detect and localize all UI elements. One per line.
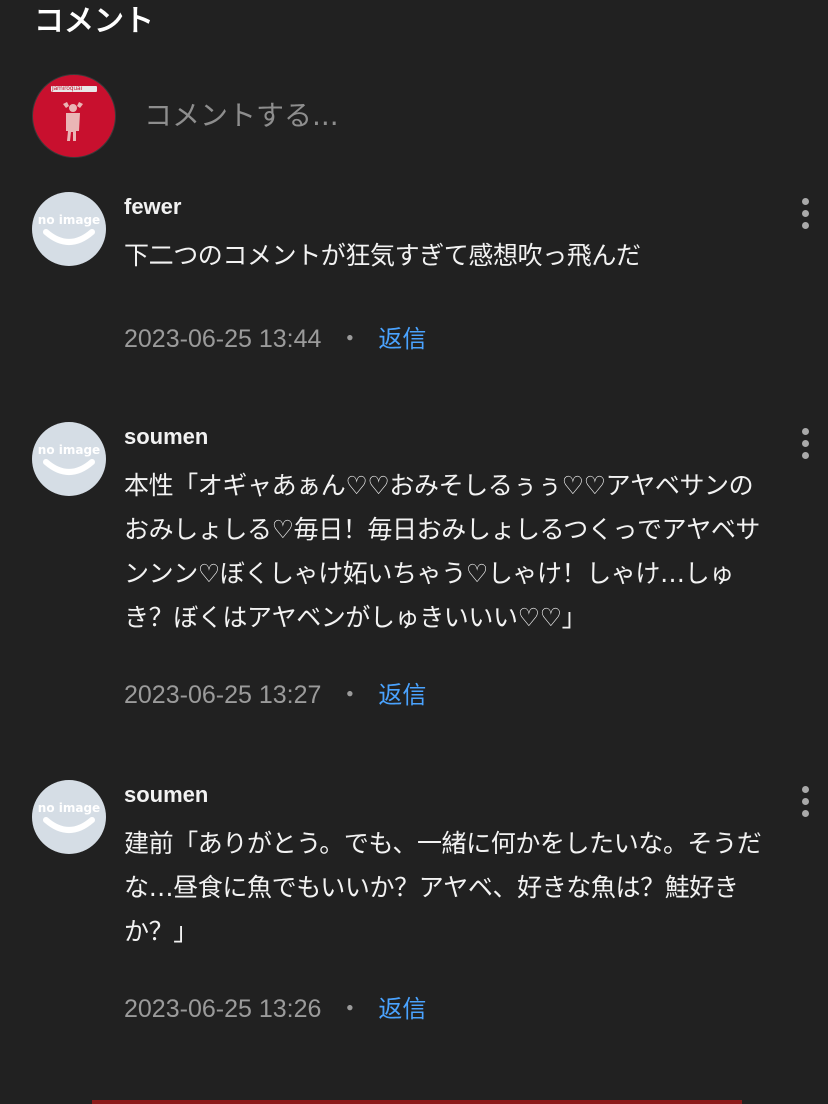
comment-username[interactable]: soumen (124, 780, 208, 810)
comment-username[interactable]: fewer (124, 192, 181, 222)
no-image-icon: no image (38, 443, 100, 475)
comments-section-title: コメント (34, 4, 154, 39)
comment-timestamp: 2023-06-25 13:27 (124, 681, 322, 709)
svg-text:no image: no image (38, 801, 100, 815)
comment-item: no image soumen 建前「ありがとう。でも、一緒に何かをしたいな。そ… (32, 780, 828, 1030)
comment-username[interactable]: soumen (124, 422, 208, 452)
comment-item: no image fewer 下二つのコメントが狂気すぎて感想吹っ飛んだ 202… (32, 192, 828, 362)
comment-meta: 2023-06-25 13:27 ・返信 (124, 678, 426, 712)
reply-button[interactable]: 返信 (378, 995, 426, 1023)
comment-input[interactable] (144, 92, 744, 138)
comment-item: no image soumen 本性「オギャあぁん♡♡おみそしるぅぅ♡♡アヤベサ… (32, 422, 828, 722)
svg-text:no image: no image (38, 213, 100, 227)
more-options-icon[interactable] (796, 198, 814, 238)
user-avatar[interactable]: no image (32, 192, 106, 266)
comment-timestamp: 2023-06-25 13:44 (124, 325, 322, 353)
comment-meta: 2023-06-25 13:26 ・返信 (124, 992, 426, 1026)
svg-text:no image: no image (38, 443, 100, 457)
meta-separator: ・ (337, 681, 363, 709)
comment-meta: 2023-06-25 13:44 ・返信 (124, 322, 426, 356)
user-avatar[interactable]: no image (32, 422, 106, 496)
no-image-icon: no image (38, 213, 100, 245)
comment-text: 下二つのコメントが狂気すぎて感想吹っ飛んだ (124, 241, 641, 270)
reply-button[interactable]: 返信 (378, 325, 426, 353)
comment-text: 本性「オギャあぁん♡♡おみそしるぅぅ♡♡アヤベサンのおみしょしる♡毎日！毎日おみ… (124, 471, 761, 632)
no-image-icon: no image (38, 801, 100, 833)
more-options-icon[interactable] (796, 786, 814, 826)
more-options-icon[interactable] (796, 428, 814, 468)
comment-compose: Jamiroquai (32, 74, 792, 158)
bottom-edge-bar (92, 1100, 742, 1104)
comment-timestamp: 2023-06-25 13:26 (124, 995, 322, 1023)
current-user-avatar: Jamiroquai (32, 74, 116, 158)
meta-separator: ・ (337, 325, 363, 353)
album-banner-text: Jamiroquai (52, 85, 82, 92)
user-avatar[interactable]: no image (32, 780, 106, 854)
comment-text: 建前「ありがとう。でも、一緒に何かをしたいな。そうだな…昼食に魚でもいいか？アヤ… (124, 829, 762, 946)
meta-separator: ・ (337, 995, 363, 1023)
reply-button[interactable]: 返信 (378, 681, 426, 709)
